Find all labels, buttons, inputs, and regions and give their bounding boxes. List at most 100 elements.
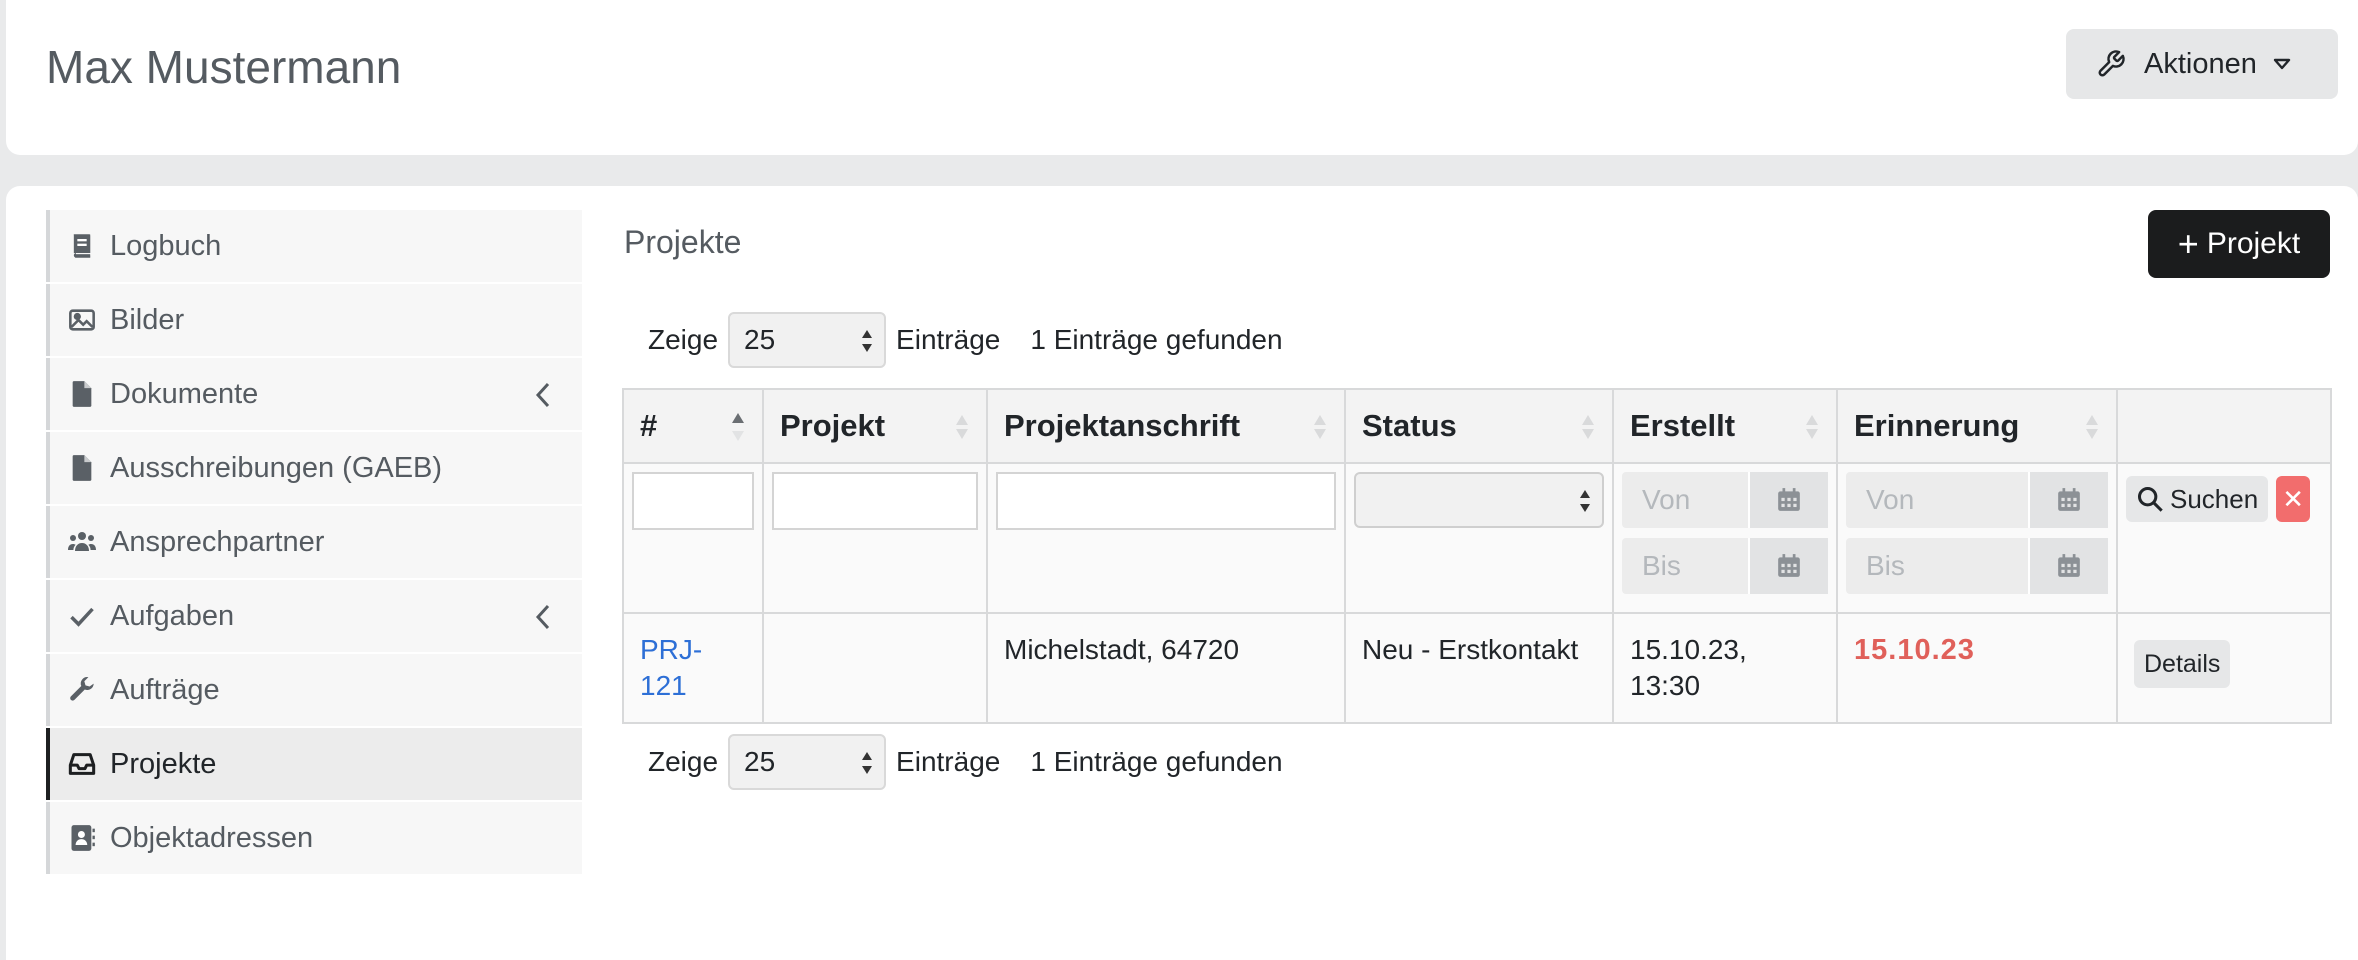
search-icon (2137, 486, 2163, 512)
plus-icon: + (2177, 223, 2199, 264)
column-header-erstellt[interactable]: Erstellt (1612, 388, 1838, 464)
cell-projekt (762, 612, 988, 724)
filter-erstellt-from[interactable]: Von (1622, 472, 1828, 528)
table-header-row: # Projekt Projektanschrift Status Erstel… (622, 388, 2332, 464)
calendar-icon[interactable] (1748, 472, 1828, 528)
section-title: Projekte (624, 224, 742, 260)
length-suffix: Einträge (896, 324, 1001, 355)
users-icon (68, 528, 96, 556)
sidebar-item-label: Dokumente (110, 377, 259, 410)
details-button[interactable]: Details (2134, 640, 2231, 688)
cell-erinnerung: 15.10.23 (1836, 612, 2118, 724)
length-suffix: Einträge (896, 746, 1001, 777)
projects-table: # Projekt Projektanschrift Status Erstel… (622, 388, 2332, 724)
cell-status: Neu - Erstkontakt (1344, 612, 1614, 724)
filter-projekt-input[interactable] (772, 472, 978, 530)
book-icon (68, 232, 96, 260)
file-icon (68, 454, 96, 482)
sidebar-item-dokumente[interactable]: Dokumente (46, 358, 582, 430)
page-title: Max Mustermann (46, 41, 402, 93)
search-button[interactable]: Suchen (2126, 476, 2269, 522)
calendar-icon[interactable] (1748, 538, 1828, 594)
filter-erinnerung-from[interactable]: Von (1846, 472, 2108, 528)
check-icon (68, 602, 96, 630)
inbox-icon (68, 750, 96, 778)
sidebar-item-bilder[interactable]: Bilder (46, 284, 582, 356)
filter-erinnerung-to[interactable]: Bis (1846, 538, 2108, 594)
sidebar-item-auftraege[interactable]: Aufträge (46, 654, 582, 726)
sidebar-item-objektadressen[interactable]: Objektadressen (46, 802, 582, 874)
actions-label: Aktionen (2144, 47, 2257, 80)
column-label: Erstellt (1630, 408, 1736, 443)
column-header-projekt[interactable]: Projekt (762, 388, 988, 464)
add-project-label: Projekt (2206, 227, 2301, 260)
filter-status-select[interactable] (1354, 472, 1604, 528)
sidebar-nav: Logbuch Bilder Dokumente Ausschreibungen… (46, 210, 582, 876)
entries-found-info: 1 Einträge gefunden (1030, 324, 1283, 355)
sidebar-item-label: Ausschreibungen (GAEB) (110, 451, 443, 484)
sort-icon (2086, 415, 2098, 439)
cell-erstellt: 15.10.23, 13:30 (1612, 612, 1838, 724)
page-length-value: 25 (744, 324, 776, 355)
calendar-icon[interactable] (2028, 538, 2108, 594)
cell-actions: Details (2116, 612, 2332, 724)
file-icon (68, 380, 96, 408)
sort-icon (1582, 415, 1594, 439)
cell-anschrift: Michelstadt, 64720 (986, 612, 1346, 724)
sort-icon (1314, 415, 1326, 439)
filter-erstellt-to[interactable]: Bis (1622, 538, 1828, 594)
filter-anschrift-input[interactable] (996, 472, 1336, 530)
image-icon (68, 306, 96, 334)
sidebar-item-ansprechpartner[interactable]: Ansprechpartner (46, 506, 582, 578)
select-arrows-icon (1580, 490, 1590, 512)
column-label: Erinnerung (1854, 408, 2020, 443)
erstellt-time: 13:30 (1630, 670, 1701, 701)
sidebar-item-label: Aufgaben (110, 599, 235, 632)
sidebar-item-aufgaben[interactable]: Aufgaben (46, 580, 582, 652)
page-length-select[interactable]: 25 (728, 734, 887, 790)
actions-dropdown-button[interactable]: Aktionen (2066, 29, 2338, 99)
entries-found-info: 1 Einträge gefunden (1030, 746, 1283, 777)
length-prefix: Zeige (648, 324, 719, 355)
sidebar-item-label: Ansprechpartner (110, 525, 325, 558)
close-icon: ✕ (2282, 483, 2305, 514)
sort-asc-icon (732, 413, 744, 441)
column-header-erinnerung[interactable]: Erinnerung (1836, 388, 2118, 464)
date-to-placeholder: Bis (1642, 550, 1681, 581)
date-to-placeholder: Bis (1866, 550, 1905, 581)
column-header-projektanschrift[interactable]: Projektanschrift (986, 388, 1346, 464)
sidebar-item-projekte[interactable]: Projekte (46, 728, 582, 800)
page-length-select[interactable]: 25 (728, 312, 887, 368)
column-label: Projektanschrift (1004, 408, 1241, 443)
address-card-icon (68, 824, 96, 852)
date-from-placeholder: Von (1642, 484, 1691, 515)
filter-id-input[interactable] (632, 472, 754, 530)
sort-icon (956, 415, 968, 439)
sidebar-item-ausschreibungen[interactable]: Ausschreibungen (GAEB) (46, 432, 582, 504)
column-label: # (640, 408, 658, 443)
select-arrows-icon (862, 752, 873, 774)
project-id-link[interactable]: PRJ- 121 (640, 634, 702, 701)
table-length-bottom: Zeige 25 Einträge 1 Einträge gefunden (648, 734, 1283, 790)
column-header-status[interactable]: Status (1344, 388, 1614, 464)
sidebar-item-logbuch[interactable]: Logbuch (46, 210, 582, 282)
select-arrows-icon (862, 330, 873, 352)
clear-filter-button[interactable]: ✕ (2276, 476, 2311, 522)
add-project-button[interactable]: + Projekt (2148, 210, 2330, 278)
chevron-left-icon (535, 382, 550, 408)
project-id-part: 121 (640, 670, 687, 701)
length-prefix: Zeige (648, 746, 719, 777)
reminder-date: 15.10.23 (1854, 634, 1975, 666)
column-label: Status (1362, 408, 1457, 443)
header-card: Max Mustermann Aktionen (6, 0, 2358, 155)
sort-icon (1806, 415, 1818, 439)
search-label: Suchen (2170, 483, 2259, 514)
page-length-value: 25 (744, 746, 776, 777)
sidebar-item-label: Bilder (110, 303, 185, 336)
column-label: Projekt (780, 408, 886, 443)
wrench-icon (2098, 50, 2125, 77)
calendar-icon[interactable] (2028, 472, 2108, 528)
column-header-actions (2116, 388, 2332, 464)
wrench-icon (68, 676, 96, 704)
column-header-id[interactable]: # (622, 388, 764, 464)
